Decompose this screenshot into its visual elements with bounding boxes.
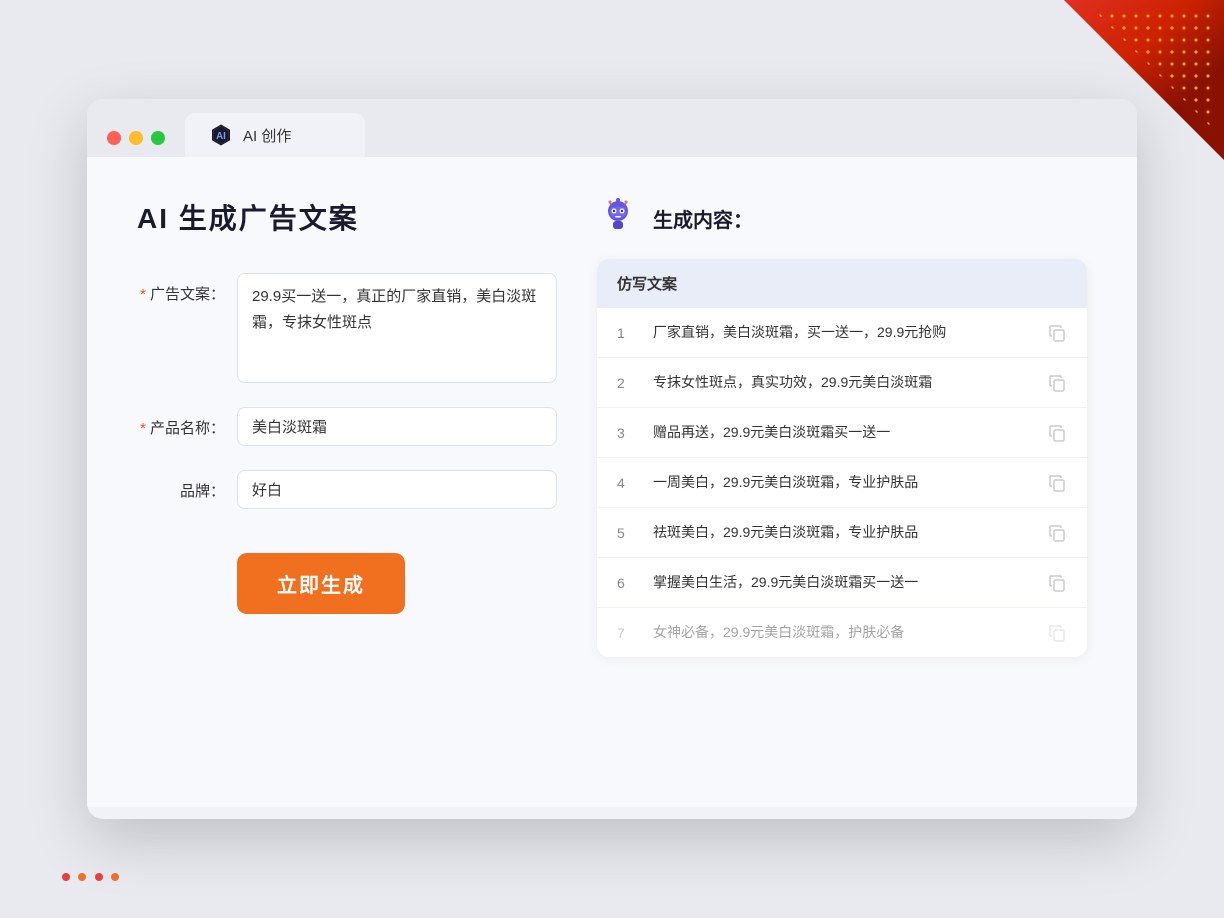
ai-tab-icon: AI	[209, 123, 233, 147]
browser-chrome: AI AI 创作	[87, 99, 1137, 157]
dot-1	[62, 873, 70, 881]
row-number: 6	[617, 575, 637, 591]
robot-icon	[597, 197, 639, 239]
tab-title: AI 创作	[243, 125, 291, 146]
row-text: 一周美白，29.9元美白淡斑霜，专业护肤品	[653, 472, 1031, 493]
table-row: 4 一周美白，29.9元美白淡斑霜，专业护肤品	[597, 458, 1087, 508]
required-star-2: *	[140, 420, 146, 437]
dot-3	[95, 873, 103, 881]
copy-icon[interactable]	[1047, 523, 1067, 543]
brand-field[interactable]	[237, 470, 557, 509]
traffic-lights	[107, 131, 165, 145]
form-group-brand: 品牌：	[137, 470, 557, 509]
bottom-decoration	[60, 870, 121, 888]
traffic-light-red[interactable]	[107, 131, 121, 145]
row-text: 厂家直销，美白淡斑霜，买一送一，29.9元抢购	[653, 322, 1031, 343]
table-row: 5 祛斑美白，29.9元美白淡斑霜，专业护肤品	[597, 508, 1087, 558]
table-row: 1 厂家直销，美白淡斑霜，买一送一，29.9元抢购	[597, 308, 1087, 358]
browser-window: AI AI 创作 AI 生成广告文案 *广告文案： 29.9买一送一，真正的厂家…	[87, 99, 1137, 819]
copy-icon[interactable]	[1047, 423, 1067, 443]
dot-2	[78, 873, 86, 881]
left-panel: AI 生成广告文案 *广告文案： 29.9买一送一，真正的厂家直销，美白淡斑霜，…	[137, 197, 557, 767]
product-name-field[interactable]	[237, 407, 557, 446]
result-table: 仿写文案 1 厂家直销，美白淡斑霜，买一送一，29.9元抢购 2 专抹女性斑点，…	[597, 259, 1087, 657]
browser-tab[interactable]: AI AI 创作	[185, 113, 365, 157]
result-header: 生成内容：	[597, 197, 1087, 239]
table-row: 7 女神必备，29.9元美白淡斑霜，护肤必备	[597, 608, 1087, 657]
row-text: 祛斑美白，29.9元美白淡斑霜，专业护肤品	[653, 522, 1031, 543]
copy-icon[interactable]	[1047, 373, 1067, 393]
row-text: 女神必备，29.9元美白淡斑霜，护肤必备	[653, 622, 1031, 643]
traffic-light-green[interactable]	[151, 131, 165, 145]
copy-icon[interactable]	[1047, 473, 1067, 493]
result-rows-container: 1 厂家直销，美白淡斑霜，买一送一，29.9元抢购 2 专抹女性斑点，真实功效，…	[597, 308, 1087, 657]
form-group-ad-copy: *广告文案： 29.9买一送一，真正的厂家直销，美白淡斑霜，专抹女性斑点	[137, 273, 557, 383]
row-number: 4	[617, 475, 637, 491]
dot-4	[111, 873, 119, 881]
row-number: 7	[617, 625, 637, 641]
ad-copy-field[interactable]: 29.9买一送一，真正的厂家直销，美白淡斑霜，专抹女性斑点	[237, 273, 557, 383]
row-text: 专抹女性斑点，真实功效，29.9元美白淡斑霜	[653, 372, 1031, 393]
row-number: 3	[617, 425, 637, 441]
required-star-1: *	[140, 286, 146, 303]
label-brand: 品牌：	[137, 470, 237, 501]
copy-icon[interactable]	[1047, 323, 1067, 343]
row-number: 5	[617, 525, 637, 541]
right-panel: 生成内容： 仿写文案 1 厂家直销，美白淡斑霜，买一送一，29.9元抢购 2 专…	[597, 197, 1087, 767]
table-row: 6 掌握美白生活，29.9元美白淡斑霜买一送一	[597, 558, 1087, 608]
result-title: 生成内容：	[653, 204, 753, 233]
page-title: AI 生成广告文案	[137, 197, 557, 237]
generate-button[interactable]: 立即生成	[237, 553, 405, 614]
label-product-name: *产品名称：	[137, 407, 237, 438]
browser-content: AI 生成广告文案 *广告文案： 29.9买一送一，真正的厂家直销，美白淡斑霜，…	[87, 157, 1137, 807]
copy-icon[interactable]	[1047, 573, 1067, 593]
copy-icon[interactable]	[1047, 623, 1067, 643]
row-text: 赠品再送，29.9元美白淡斑霜买一送一	[653, 422, 1031, 443]
table-row: 2 专抹女性斑点，真实功效，29.9元美白淡斑霜	[597, 358, 1087, 408]
form-group-product-name: *产品名称：	[137, 407, 557, 446]
row-number: 2	[617, 375, 637, 391]
svg-text:AI: AI	[216, 131, 226, 142]
label-ad-copy: *广告文案：	[137, 273, 237, 304]
row-text: 掌握美白生活，29.9元美白淡斑霜买一送一	[653, 572, 1031, 593]
row-number: 1	[617, 325, 637, 341]
table-header: 仿写文案	[597, 259, 1087, 308]
traffic-light-yellow[interactable]	[129, 131, 143, 145]
table-row: 3 赠品再送，29.9元美白淡斑霜买一送一	[597, 408, 1087, 458]
